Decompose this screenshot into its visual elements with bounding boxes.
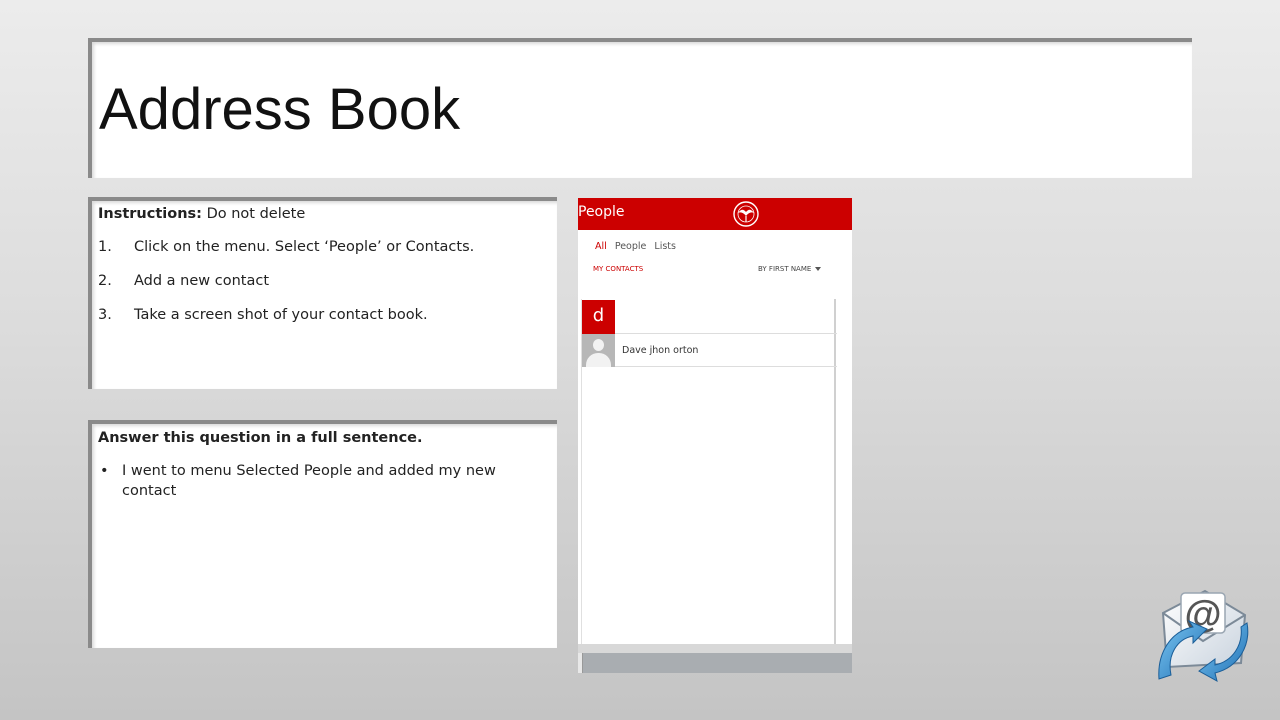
contacts-list: d Dave jhon orton bbox=[581, 299, 837, 644]
list-item[interactable]: Dave jhon orton bbox=[582, 334, 837, 367]
people-tabs: All People Lists bbox=[595, 241, 681, 252]
school-crest-icon bbox=[733, 201, 759, 227]
step-item: 2. Add a new contact bbox=[98, 272, 557, 290]
people-app-header: People bbox=[578, 198, 852, 230]
slide-title: Address Book bbox=[99, 77, 461, 142]
step-text: Take a screen shot of your contact book. bbox=[134, 307, 428, 323]
answer-text: I went to menu Selected People and added… bbox=[122, 463, 496, 499]
sort-dropdown[interactable]: BY FIRST NAME bbox=[758, 265, 822, 273]
tab-people[interactable]: People bbox=[615, 241, 647, 252]
caret-down-icon bbox=[815, 267, 822, 271]
status-bar bbox=[583, 653, 852, 673]
my-contacts-label[interactable]: MY CONTACTS bbox=[593, 265, 643, 273]
email-at-envelope-icon: @ bbox=[1158, 589, 1249, 682]
bullet-icon: • bbox=[100, 463, 109, 479]
answer-panel: Answer this question in a full sentence.… bbox=[88, 420, 557, 648]
step-number: 1. bbox=[98, 239, 112, 255]
title-box: Address Book bbox=[88, 38, 1192, 178]
instructions-panel: Instructions: Do not delete 1. Click on … bbox=[88, 197, 557, 389]
step-item: 3. Take a screen shot of your contact bo… bbox=[98, 306, 557, 324]
step-text: Click on the menu. Select ‘People’ or Co… bbox=[134, 239, 475, 255]
group-letter: d bbox=[582, 300, 615, 334]
contacts-screenshot: People All People Lists MY CONTACTS BY F… bbox=[578, 198, 852, 673]
step-number: 2. bbox=[98, 273, 112, 289]
step-text: Add a new contact bbox=[134, 273, 270, 289]
tab-lists[interactable]: Lists bbox=[654, 241, 676, 252]
instructions-heading: Instructions: Do not delete bbox=[98, 205, 557, 223]
app-bottom-bar bbox=[578, 644, 852, 673]
answer-heading: Answer this question in a full sentence. bbox=[98, 429, 557, 447]
step-item: 1. Click on the menu. Select ‘People’ or… bbox=[98, 238, 557, 256]
answer-heading-text: Answer this question in a full sentence. bbox=[98, 430, 423, 446]
sort-label: BY FIRST NAME bbox=[758, 265, 812, 273]
people-title: People bbox=[578, 204, 625, 220]
instructions-steps: 1. Click on the menu. Select ‘People’ or… bbox=[98, 238, 557, 324]
tab-all[interactable]: All bbox=[595, 241, 607, 252]
instructions-note: Do not delete bbox=[201, 206, 306, 222]
contact-name: Dave jhon orton bbox=[622, 345, 699, 356]
person-placeholder-icon bbox=[582, 334, 615, 367]
group-header[interactable]: d bbox=[582, 300, 837, 334]
step-number: 3. bbox=[98, 307, 112, 323]
answer-bullet-item: • I went to menu Selected People and add… bbox=[98, 461, 557, 501]
instructions-label: Instructions: bbox=[98, 206, 202, 222]
